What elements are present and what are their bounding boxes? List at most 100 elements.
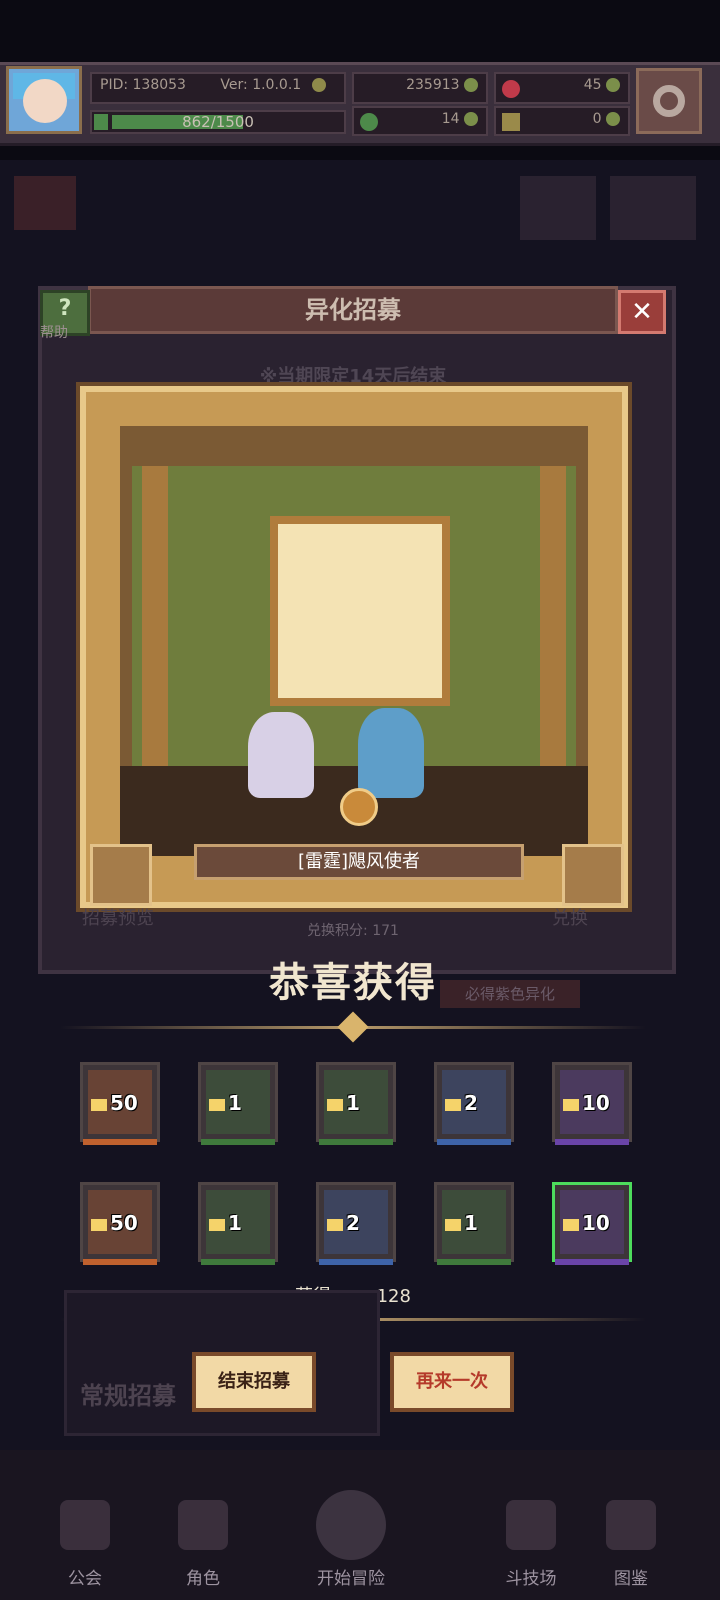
nav-item-2[interactable]: 角色 [148,1490,258,1600]
avatar-face [23,79,67,123]
xp-text: 862/1500 [182,113,254,131]
reward-item-10[interactable]: 10 [552,1182,632,1265]
rarity-bar [83,1259,157,1265]
bg-strategy-icon [520,176,596,240]
reward-item-count: 2 [445,1091,478,1115]
key-box: 0 [494,106,630,136]
clover-box: 14 [352,106,488,136]
folder-icon [563,1098,579,1111]
reward-item-count: 1 [209,1211,242,1235]
folder-icon [209,1218,225,1231]
question-icon: ? [58,296,72,321]
clover-icon [360,113,378,131]
folder-icon [91,1218,107,1231]
close-button[interactable]: ✕ [618,290,666,334]
rarity-bar [201,1259,275,1265]
version-text: Ver: 1.0.0.1 [220,77,302,93]
nav-item-3[interactable]: 开始冒险 [266,1480,436,1590]
nav-label: 角色 [186,1569,220,1589]
triangle-icon[interactable] [90,844,152,906]
plus-gold-icon[interactable] [464,78,478,92]
folder-icon [445,1098,461,1111]
gem-icon [502,80,520,98]
rarity-bar [319,1139,393,1145]
end-recruit-button[interactable]: 结束招募 [192,1352,316,1412]
reward-item-count-text: 1 [464,1211,478,1235]
close-icon: ✕ [631,297,653,327]
character-icon [178,1500,228,1550]
again-button[interactable]: 再来一次 [390,1352,514,1412]
scene-door [270,516,450,706]
bg-event-icon [14,176,76,230]
reward-item-count: 10 [563,1211,610,1235]
arena-icon [506,1500,556,1550]
pid-text: PID: 138053 [100,77,186,93]
reward-item-8[interactable]: 2 [316,1182,396,1265]
id-box: PID: 138053 Ver: 1.0.0.1 [90,72,346,104]
guild-icon [60,1500,110,1550]
folder-icon [91,1098,107,1111]
plus-gem-icon[interactable] [606,78,620,92]
folder-icon [327,1098,343,1111]
reward-character-frame: [雷霆]飓风使者 [80,386,628,908]
rarity-bar [555,1139,629,1145]
congrats-title: 恭喜获得 [269,960,437,1006]
limited-notice: ※当期限定14天后结束 [259,366,447,387]
folder-icon [209,1098,225,1111]
nav-label: 图鉴 [614,1569,648,1589]
reward-item-count-text: 10 [582,1211,610,1235]
reward-item-1[interactable]: 50 [80,1062,160,1145]
element-medal-icon [340,788,378,826]
gem-value: 45 [583,77,602,93]
reward-item-count-text: 50 [110,1091,138,1115]
nav-item-1[interactable]: 公会 [30,1490,140,1600]
scene-pillar-right [540,466,566,776]
reward-item-count: 2 [327,1211,360,1235]
reward-item-4[interactable]: 2 [434,1062,514,1145]
codex-icon [606,1500,656,1550]
reward-item-count-text: 10 [582,1091,610,1115]
key-icon [502,113,520,131]
reward-item-count: 1 [445,1211,478,1235]
reward-item-count: 10 [563,1091,610,1115]
plus-key-icon[interactable] [606,112,620,126]
rarity-bar [201,1139,275,1145]
bg-activity-icon [610,176,696,240]
folder-icon [445,1218,461,1231]
settings-coin-icon [311,78,326,92]
nav-label: 公会 [68,1569,102,1589]
gold-value: 235913 [406,77,460,93]
exchange-points: 兑换积分: 171 [307,923,399,939]
adventure-icon [316,1490,386,1560]
key-tool-icon[interactable] [562,844,624,906]
reward-item-9[interactable]: 1 [434,1182,514,1265]
rarity-bar [319,1259,393,1265]
player-avatar[interactable] [6,66,82,134]
gold-box: 235913 [352,72,488,104]
reward-item-count: 1 [327,1091,360,1115]
reward-item-7[interactable]: 1 [198,1182,278,1265]
reward-item-3[interactable]: 1 [316,1062,396,1145]
bg-regular-recruit-label: 常规招募 [80,1382,176,1410]
nav-item-4[interactable]: 斗技场 [476,1490,586,1600]
reward-item-6[interactable]: 50 [80,1182,160,1265]
nav-label: 斗技场 [505,1569,557,1589]
nav-label: 开始冒险 [317,1569,385,1589]
gem-box: 45 [494,72,630,104]
reward-item-count-text: 1 [228,1211,242,1235]
rarity-bar [555,1259,629,1265]
reward-item-count-text: 50 [110,1211,138,1235]
gear-icon [653,85,685,117]
xp-bar: 862/1500 [90,110,346,134]
reward-item-2[interactable]: 1 [198,1062,278,1145]
obtained-character-sprite [358,708,424,798]
rarity-bar [83,1139,157,1145]
modal-title: 异化招募 [88,286,618,334]
nav-item-5[interactable]: 图鉴 [576,1490,686,1600]
key-value: 0 [592,111,602,127]
rarity-bar [437,1259,511,1265]
plus-clover-icon[interactable] [464,112,478,126]
character-name: [雷霆]飓风使者 [194,844,524,880]
settings-gear-button[interactable] [636,68,702,134]
reward-item-5[interactable]: 10 [552,1062,632,1145]
